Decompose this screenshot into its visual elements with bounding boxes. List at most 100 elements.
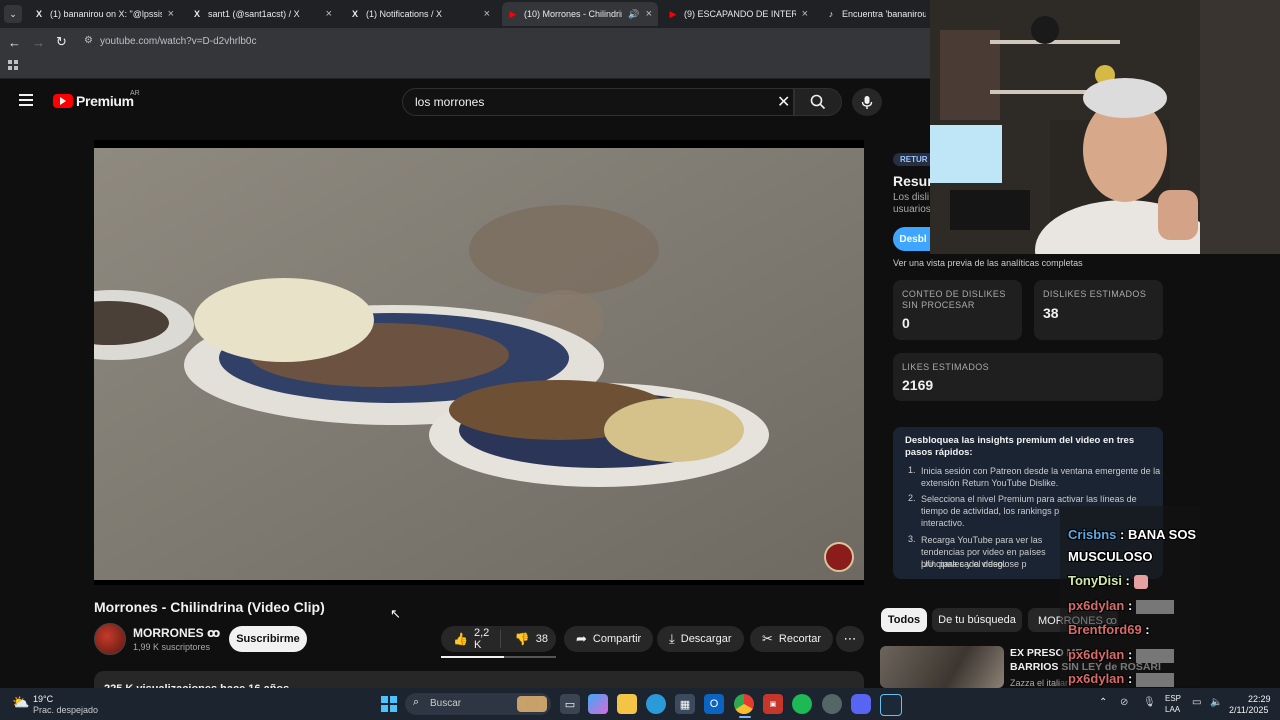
est-dislikes-value: 38 xyxy=(1043,305,1059,321)
speaker-icon[interactable]: 🔈 xyxy=(1210,697,1222,708)
ryd-preview-link[interactable]: Ver una vista previa de las analíticas c… xyxy=(893,258,1083,268)
weather-temp[interactable]: 19°C xyxy=(33,694,53,704)
tiktok-icon: ♪ xyxy=(828,9,834,19)
more-actions-button[interactable]: ⋯ xyxy=(836,626,864,652)
close-tab-icon[interactable]: × xyxy=(646,8,652,20)
insights-step-3-tail: UU. para cada video. xyxy=(921,559,1006,569)
menu-icon[interactable] xyxy=(19,94,33,106)
network-icon[interactable]: ▭ xyxy=(1192,697,1201,708)
reload-icon[interactable]: ↻ xyxy=(56,34,67,50)
chrome-icon[interactable] xyxy=(734,694,754,714)
related-thumbnail[interactable] xyxy=(880,646,1004,688)
tab[interactable]: X sant1 (@sant1acst) / X × xyxy=(186,4,338,24)
like-button[interactable]: 👍 2,2 K xyxy=(441,627,501,651)
raw-dislikes-card: CONTEO DE DISLIKES SIN PROCESAR 0 xyxy=(893,280,1022,340)
subscriber-count: 1,99 K suscriptores xyxy=(133,642,211,652)
subscribe-button[interactable]: Suscribirme xyxy=(229,626,307,652)
microphone-icon[interactable]: 🎙 xyxy=(1143,697,1156,708)
app-icon[interactable] xyxy=(822,694,842,714)
forward-icon[interactable]: → xyxy=(32,35,45,50)
chat-username: px6dylan xyxy=(1068,647,1125,662)
raw-dislikes-value: 0 xyxy=(902,315,910,331)
chat-emote-icon xyxy=(1135,599,1174,614)
chat-message: px6dylan : xyxy=(1068,671,1174,687)
ryd-unlock-button[interactable]: Desbl xyxy=(893,227,933,251)
copilot-icon[interactable] xyxy=(588,694,608,714)
clock-date[interactable]: 2/11/2025 xyxy=(1229,705,1268,715)
clip-button[interactable]: ✂ Recortar xyxy=(750,626,834,652)
tray-icon[interactable]: ⊘ xyxy=(1120,697,1128,708)
close-tab-icon[interactable]: × xyxy=(326,8,332,20)
webcam-image xyxy=(930,0,1280,254)
webcam-overlay xyxy=(930,0,1280,254)
spotify-icon[interactable] xyxy=(792,694,812,714)
search-box[interactable]: los morrones ✕ xyxy=(402,88,794,116)
clear-search-icon[interactable]: ✕ xyxy=(777,92,790,112)
weather-icon[interactable]: ⛅ xyxy=(12,694,29,711)
discord-icon[interactable] xyxy=(851,694,871,714)
tab[interactable]: X (1) bananirou on X: "@lpssisim × xyxy=(28,4,180,24)
language-line2[interactable]: LAA xyxy=(1165,705,1180,714)
task-view-icon[interactable]: ▭ xyxy=(560,694,580,714)
taskbar-search[interactable]: ⌕ Buscar xyxy=(405,693,551,715)
close-tab-icon[interactable]: × xyxy=(484,8,490,20)
microphone-icon xyxy=(861,95,873,109)
close-tab-icon[interactable]: × xyxy=(802,8,808,20)
app-icon[interactable]: ▣ xyxy=(763,694,783,714)
est-dislikes-label: DISLIKES ESTIMADOS xyxy=(1043,289,1147,299)
tab-active[interactable]: ▶ (10) Morrones - Chilindrina 🔊 × xyxy=(502,2,658,26)
youtube-logo[interactable]: Premium xyxy=(53,93,134,109)
ryd-badge: RETUR xyxy=(893,153,935,166)
url-field[interactable]: youtube.com/watch?v=D-d2vhrlb0c xyxy=(100,36,256,47)
video-player[interactable] xyxy=(94,140,864,585)
insights-title: Desbloquea las insights premium del vide… xyxy=(905,435,1135,458)
outlook-icon[interactable]: O xyxy=(704,694,724,714)
tab-title: (1) Notifications / X xyxy=(366,9,443,19)
clock-time[interactable]: 22:29 xyxy=(1248,694,1271,704)
tab[interactable]: ▶ (9) ESCAPANDO DE INTERNET × xyxy=(662,4,814,24)
channel-watermark-icon xyxy=(824,542,854,572)
like-ratio-bar xyxy=(441,656,556,658)
insights-step-2-tail: interactivo. xyxy=(921,518,965,528)
apps-grid-icon[interactable] xyxy=(8,60,18,70)
step-number-2: 2. xyxy=(908,493,916,503)
step-number-3: 3. xyxy=(908,534,916,544)
steam-icon[interactable] xyxy=(880,694,902,716)
weather-desc[interactable]: Prac. despejado xyxy=(33,705,98,715)
speaker-icon[interactable]: 🔊 xyxy=(628,9,639,20)
tab-title: Encuentra 'bananirou imp xyxy=(842,9,926,19)
channel-avatar[interactable] xyxy=(94,623,126,655)
back-icon[interactable]: ← xyxy=(8,35,21,50)
close-tab-icon[interactable]: × xyxy=(168,8,174,20)
est-likes-label: LIKES ESTIMADOS xyxy=(902,362,990,372)
share-button[interactable]: ➦ Compartir xyxy=(564,626,654,652)
search-button[interactable] xyxy=(794,88,842,116)
search-icon xyxy=(810,94,826,110)
voice-search-button[interactable] xyxy=(852,88,882,116)
tab-search-icon[interactable]: ⌄ xyxy=(4,5,22,23)
store-icon[interactable]: ▦ xyxy=(675,694,695,714)
taskbar-search-label: Buscar xyxy=(430,698,462,709)
chip-all[interactable]: Todos xyxy=(881,608,927,632)
tray-chevron-icon[interactable]: ⌃ xyxy=(1099,697,1107,708)
channel-name[interactable]: MORRONES ꝏ xyxy=(133,626,220,640)
chip-from-search[interactable]: De tu búsqueda xyxy=(932,608,1022,632)
dislike-button[interactable]: 👎 38 xyxy=(507,632,556,646)
file-explorer-icon[interactable] xyxy=(617,694,637,714)
tab-title: (10) Morrones - Chilindrina xyxy=(524,9,623,19)
ryd-desc-line2: usuarios xyxy=(893,204,931,215)
tab[interactable]: ♪ Encuentra 'bananirou imp xyxy=(820,4,932,24)
est-dislikes-card: DISLIKES ESTIMADOS 38 xyxy=(1034,280,1163,340)
download-button[interactable]: ⤓ Descargar xyxy=(657,626,744,652)
chat-message: px6dylan : xyxy=(1068,598,1174,614)
start-button[interactable] xyxy=(381,696,397,712)
like-count: 2,2 K xyxy=(473,627,490,651)
active-app-indicator xyxy=(739,716,751,718)
chat-username: Crisbns xyxy=(1068,527,1117,542)
tab[interactable]: X (1) Notifications / X × xyxy=(344,4,496,24)
edge-icon[interactable] xyxy=(646,694,666,714)
search-input[interactable]: los morrones xyxy=(415,95,484,109)
est-likes-value: 2169 xyxy=(902,377,934,393)
language-line1[interactable]: ESP xyxy=(1165,694,1181,703)
site-info-icon[interactable]: ⚙ xyxy=(84,35,93,46)
